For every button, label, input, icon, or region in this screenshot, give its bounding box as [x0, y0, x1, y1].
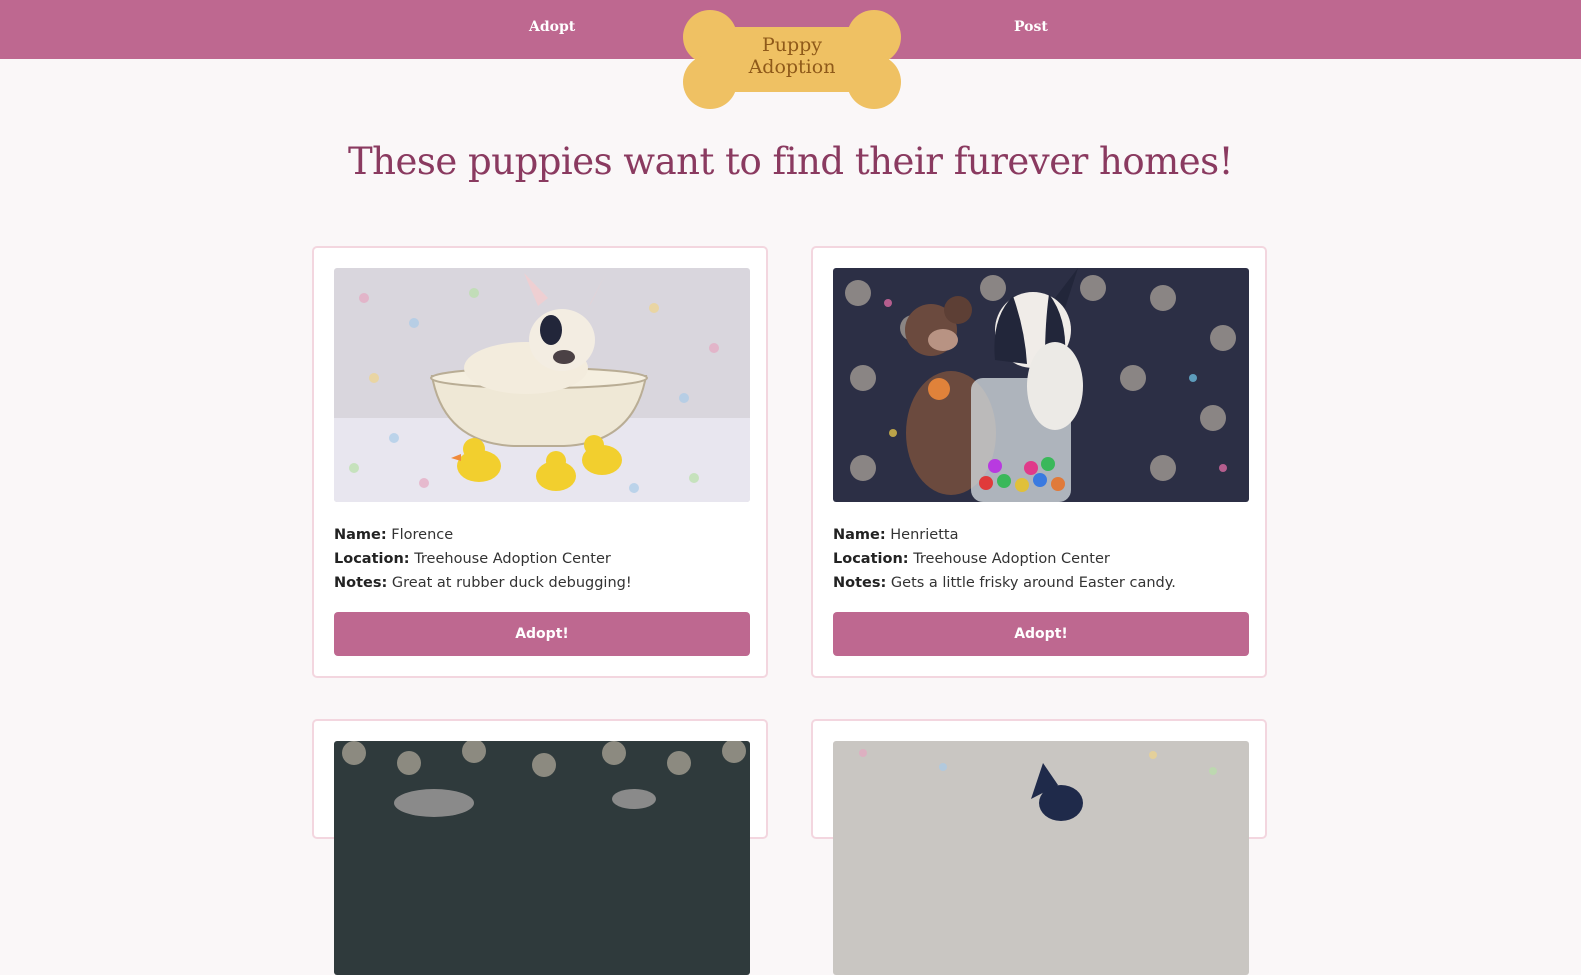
notes-label: Notes:: [833, 575, 887, 591]
adopt-button[interactable]: Adopt!: [334, 612, 750, 656]
puppy-photo-florence: [334, 268, 750, 502]
location-row: Location: Treehouse Adoption Center: [334, 547, 750, 571]
notes-label: Notes:: [334, 575, 388, 591]
nav-link-post[interactable]: Post: [1014, 19, 1048, 35]
puppy-photo: [833, 741, 1249, 975]
location-value: Treehouse Adoption Center: [414, 551, 611, 567]
name-label: Name:: [334, 527, 387, 543]
puppy-photo: [334, 741, 750, 975]
notes-value: Great at rubber duck debugging!: [391, 575, 632, 591]
name-label: Name:: [833, 527, 886, 543]
logo-line-1: Puppy: [761, 34, 823, 56]
name-value: Henrietta: [890, 527, 959, 543]
name-value: Florence: [391, 527, 454, 543]
page-headline: These puppies want to find their furever…: [348, 140, 1234, 183]
puppy-card: Name: Henrietta Location: Treehouse Adop…: [811, 246, 1267, 678]
notes-row: Notes: Gets a little frisky around Easte…: [833, 571, 1249, 595]
logo-text: Puppy Adoption: [683, 34, 901, 78]
puppy-info: Name: Florence Location: Treehouse Adopt…: [334, 523, 750, 595]
puppy-card: [312, 719, 768, 975]
logo-line-2: Adoption: [748, 56, 836, 78]
location-value: Treehouse Adoption Center: [913, 551, 1110, 567]
puppy-adoption-logo[interactable]: Puppy Adoption: [683, 10, 901, 109]
name-row: Name: Henrietta: [833, 523, 1249, 547]
location-label: Location:: [334, 551, 410, 567]
puppy-photo-henrietta: [833, 268, 1249, 502]
puppy-info: Name: Henrietta Location: Treehouse Adop…: [833, 523, 1249, 595]
location-row: Location: Treehouse Adoption Center: [833, 547, 1249, 571]
puppy-card: Name: Florence Location: Treehouse Adopt…: [312, 246, 768, 678]
name-row: Name: Florence: [334, 523, 750, 547]
notes-value: Gets a little frisky around Easter candy…: [890, 575, 1176, 591]
adopt-button[interactable]: Adopt!: [833, 612, 1249, 656]
puppy-card: [811, 719, 1267, 975]
nav-link-adopt[interactable]: Adopt: [529, 19, 575, 35]
location-label: Location:: [833, 551, 909, 567]
notes-row: Notes: Great at rubber duck debugging!: [334, 571, 750, 595]
